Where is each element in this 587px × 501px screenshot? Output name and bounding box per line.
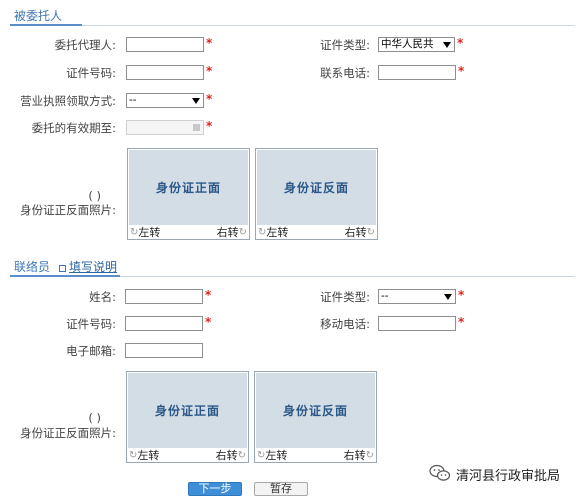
- rotate-right-icon: ↻: [366, 226, 375, 238]
- rotate-right-button[interactable]: 右转 ↻: [345, 225, 375, 239]
- rotate-left-button[interactable]: ↻ 左转: [129, 448, 159, 462]
- contact-cert-type-select[interactable]: --: [378, 289, 456, 304]
- license-method-select[interactable]: --: [126, 93, 204, 108]
- watermark-text: 清河县行政审批局: [456, 469, 561, 484]
- id-back-photo[interactable]: 身份证反面 ↻ 左转 右转 ↻: [255, 148, 378, 240]
- trustee-section-title: 被委托人: [14, 9, 63, 23]
- contact-section-accent: [10, 275, 120, 277]
- rotate-left-label: 左转: [266, 226, 289, 239]
- chevron-down-icon: [443, 42, 451, 48]
- cert-type-select[interactable]: 中华人民共: [378, 37, 455, 52]
- rotate-left-button[interactable]: ↻ 左转: [257, 448, 287, 462]
- required-mark: *: [206, 92, 213, 106]
- rotate-left-button[interactable]: ↻ 左转: [258, 225, 288, 239]
- rotate-left-label: 左转: [265, 449, 288, 462]
- name-input[interactable]: [125, 289, 203, 304]
- contact-cert-no-label: 证件号码:: [66, 317, 116, 331]
- license-method-select-value: --: [129, 94, 137, 106]
- chevron-down-icon: [192, 98, 200, 104]
- required-mark: *: [458, 288, 465, 302]
- phone-label: 联系电话:: [320, 66, 370, 80]
- save-draft-button[interactable]: 暂存: [254, 482, 308, 496]
- rotate-left-label: 左转: [138, 226, 161, 239]
- cert-no-label: 证件号码:: [66, 66, 116, 80]
- contact-id-front-placeholder: 身份证正面: [128, 373, 247, 448]
- rotate-right-icon: ↻: [365, 449, 374, 461]
- valid-until-label: 委托的有效期至:: [31, 121, 116, 135]
- required-mark: *: [206, 119, 213, 133]
- rotate-right-label: 右转: [215, 449, 238, 462]
- contact-id-back-photo[interactable]: 身份证反面 ↻ 左转 右转 ↻: [254, 371, 377, 463]
- wechat-icon: [429, 464, 451, 481]
- trustee-section-accent: [10, 24, 82, 26]
- id-photo-label: 身份证正反面照片:: [20, 203, 116, 217]
- rotate-right-button[interactable]: 右转 ↻: [216, 448, 246, 462]
- rotate-right-button[interactable]: 右转 ↻: [217, 225, 247, 239]
- name-label: 姓名:: [89, 290, 116, 304]
- rotate-left-button[interactable]: ↻ 左转: [130, 225, 160, 239]
- rotate-right-icon: ↻: [238, 226, 247, 238]
- help-icon: [59, 265, 66, 272]
- valid-until-input[interactable]: [126, 120, 204, 135]
- mobile-label: 移动电话:: [320, 317, 370, 331]
- id-back-placeholder: 身份证反面: [257, 150, 376, 225]
- rotate-left-label: 左转: [137, 449, 160, 462]
- cert-no-input[interactable]: [126, 65, 204, 80]
- required-mark: *: [206, 64, 213, 78]
- trustee-section-divider: [82, 25, 575, 26]
- required-mark: *: [457, 36, 464, 50]
- contact-cert-type-label: 证件类型:: [320, 290, 370, 304]
- phone-input[interactable]: [378, 65, 456, 80]
- contact-id-photo-label-line1: ( ): [88, 411, 101, 425]
- agent-label: 委托代理人:: [54, 38, 116, 52]
- contact-id-back-placeholder: 身份证反面: [256, 373, 375, 448]
- contact-section-title: 联络员: [14, 260, 51, 274]
- rotate-right-label: 右转: [216, 226, 239, 239]
- chevron-down-icon: [444, 294, 452, 300]
- id-front-placeholder: 身份证正面: [129, 150, 248, 225]
- contact-section-divider: [120, 276, 575, 277]
- mobile-input[interactable]: [378, 316, 456, 331]
- required-mark: *: [458, 64, 465, 78]
- rotate-left-icon: ↻: [130, 226, 139, 238]
- required-mark: *: [206, 36, 213, 50]
- rotate-right-label: 右转: [344, 226, 367, 239]
- calendar-icon[interactable]: [193, 124, 200, 131]
- rotate-right-icon: ↻: [237, 449, 246, 461]
- contact-cert-type-select-value: --: [381, 290, 389, 302]
- rotate-left-icon: ↻: [257, 449, 266, 461]
- rotate-left-icon: ↻: [129, 449, 138, 461]
- email-label: 电子邮箱:: [66, 344, 116, 358]
- id-front-photo[interactable]: 身份证正面 ↻ 左转 右转 ↻: [127, 148, 250, 240]
- email-input[interactable]: [125, 343, 203, 358]
- contact-id-photo-label: 身份证正反面照片:: [20, 426, 116, 440]
- contact-cert-no-input[interactable]: [125, 316, 203, 331]
- license-method-label: 营业执照领取方式:: [20, 94, 116, 108]
- required-mark: *: [458, 315, 465, 329]
- required-mark: *: [205, 288, 212, 302]
- contact-id-front-photo[interactable]: 身份证正面 ↻ 左转 右转 ↻: [126, 371, 249, 463]
- cert-type-select-value: 中华人民共: [381, 38, 434, 50]
- cert-type-label: 证件类型:: [320, 38, 370, 52]
- next-button[interactable]: 下一步: [188, 482, 242, 496]
- rotate-right-label: 右转: [343, 449, 366, 462]
- required-mark: *: [205, 315, 212, 329]
- rotate-right-button[interactable]: 右转 ↻: [344, 448, 374, 462]
- id-photo-label-line1: ( ): [88, 189, 101, 203]
- help-link[interactable]: 填写说明: [69, 258, 117, 275]
- agent-input[interactable]: [126, 37, 204, 52]
- rotate-left-icon: ↻: [258, 226, 267, 238]
